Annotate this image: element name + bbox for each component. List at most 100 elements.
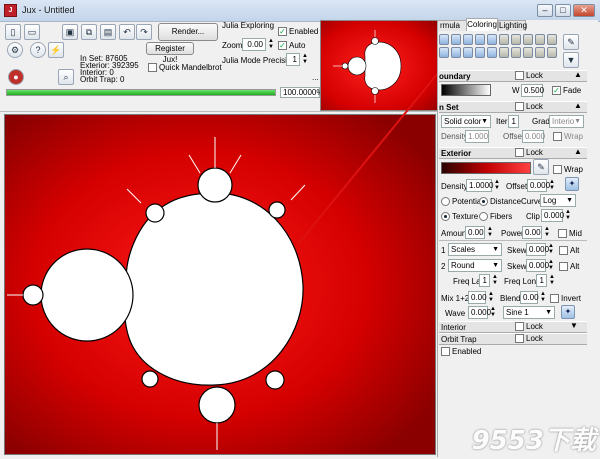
- row2-skew-input[interactable]: 0.000: [526, 259, 549, 272]
- palette-preset-swatch[interactable]: [451, 47, 461, 58]
- register-button[interactable]: Register Jux!: [146, 42, 194, 64]
- exterior-density-spinner[interactable]: ▲ ▼: [494, 179, 500, 191]
- tab-formula[interactable]: rmula: [437, 20, 467, 31]
- wave-randomize-icon[interactable]: ✦: [561, 305, 575, 319]
- distance-radio[interactable]: [479, 197, 488, 206]
- mid-checkbox[interactable]: [558, 229, 567, 238]
- new-icon[interactable]: ▯: [5, 24, 21, 40]
- exterior-offset-input[interactable]: 0.000: [527, 179, 550, 192]
- potential-radio[interactable]: [441, 197, 450, 206]
- exterior-randomize-icon[interactable]: ✦: [565, 177, 579, 191]
- texture-radio[interactable]: [441, 212, 450, 221]
- wand-icon[interactable]: ⚡: [48, 42, 64, 58]
- wave-spinner[interactable]: ▲ ▼: [490, 306, 496, 318]
- julia-auto-checkbox[interactable]: ✓: [278, 41, 287, 50]
- exterior-collapse-icon[interactable]: ▲: [574, 147, 582, 156]
- boundary-gradient[interactable]: [441, 84, 491, 96]
- mix-input[interactable]: 0.00: [468, 291, 487, 304]
- boundary-lock-checkbox[interactable]: [515, 71, 524, 80]
- exterior-lock-checkbox[interactable]: [515, 148, 524, 157]
- palette-presets[interactable]: [439, 34, 559, 62]
- freqlat-spinner[interactable]: ▲ ▼: [492, 274, 498, 286]
- row2-skew-spinner[interactable]: ▲ ▼: [548, 259, 554, 271]
- amount-input[interactable]: 0.00: [465, 226, 485, 239]
- copy-icon[interactable]: ⧉: [81, 24, 97, 40]
- inset-grad-select[interactable]: Interio ▼: [549, 115, 584, 128]
- curve-select[interactable]: Log ▼: [540, 194, 576, 207]
- inset-lock-checkbox[interactable]: [515, 102, 524, 111]
- palette-preset-swatch[interactable]: [535, 34, 545, 45]
- close-icon[interactable]: ✕: [573, 4, 595, 17]
- palette-preset-swatch[interactable]: [451, 34, 461, 45]
- palette-preset-swatch[interactable]: [523, 34, 533, 45]
- julia-precision-spinner[interactable]: ▲ ▼: [302, 53, 308, 65]
- inset-iter-input[interactable]: 1: [508, 115, 519, 128]
- boundary-fade-checkbox[interactable]: ✓: [552, 86, 561, 95]
- wave-mode-select[interactable]: Sine 1 ▼: [503, 306, 555, 319]
- undo-icon[interactable]: ↶: [119, 24, 135, 40]
- palette-preset-swatch[interactable]: [463, 34, 473, 45]
- quick-mandelbrot-checkbox[interactable]: [148, 63, 157, 72]
- stop-icon[interactable]: ●: [8, 69, 24, 85]
- julia-zoom-input[interactable]: 0.00: [242, 38, 266, 51]
- exterior-density-input[interactable]: 1.0000: [466, 179, 493, 192]
- inset-mode-select[interactable]: Solid color ▼: [441, 115, 491, 128]
- julia-precision-input[interactable]: 1: [286, 53, 300, 66]
- fractal-canvas[interactable]: [4, 114, 436, 455]
- julia-preview[interactable]: [320, 20, 440, 111]
- interior-expand-icon[interactable]: ▼: [570, 321, 578, 330]
- inset-offset-input[interactable]: 0.000: [522, 130, 545, 143]
- palette-preset-swatch[interactable]: [475, 34, 485, 45]
- open-icon[interactable]: ▭: [24, 24, 40, 40]
- palette-preset-swatch[interactable]: [475, 47, 485, 58]
- freqlong-spinner[interactable]: ▲ ▼: [549, 274, 555, 286]
- wave-input[interactable]: 0.000: [468, 306, 491, 319]
- mix-spinner[interactable]: ▲ ▼: [488, 291, 494, 303]
- tab-coloring[interactable]: Coloring: [466, 18, 498, 31]
- blend-spinner[interactable]: ▲ ▼: [540, 291, 546, 303]
- freqlat-input[interactable]: 1: [479, 274, 490, 287]
- orbit-trap-lock-checkbox[interactable]: [515, 334, 524, 343]
- palette-preset-swatch[interactable]: [439, 34, 449, 45]
- render-button[interactable]: Render...: [158, 23, 218, 41]
- row2-mode-select[interactable]: Round ▼: [448, 259, 502, 272]
- palette-save-icon[interactable]: ▼: [563, 52, 579, 68]
- power-input[interactable]: 0.00: [522, 226, 542, 239]
- row1-mode-select[interactable]: Scales ▼: [448, 243, 502, 256]
- palette-edit-icon[interactable]: ✎: [563, 34, 579, 50]
- palette-preset-swatch[interactable]: [499, 34, 509, 45]
- fibers-radio[interactable]: [479, 212, 488, 221]
- julia-enabled-checkbox[interactable]: ✓: [278, 27, 287, 36]
- help-icon[interactable]: ?: [30, 42, 46, 58]
- row1-skew-input[interactable]: 0.000: [526, 243, 549, 256]
- palette-preset-swatch[interactable]: [547, 34, 557, 45]
- palette-preset-swatch[interactable]: [511, 34, 521, 45]
- inset-density-input[interactable]: 1.000: [465, 130, 489, 143]
- exterior-gradient[interactable]: [441, 162, 531, 174]
- power-spinner[interactable]: ▲ ▼: [544, 226, 550, 238]
- paste-icon[interactable]: ▤: [100, 24, 116, 40]
- inset-wrap-checkbox[interactable]: [553, 132, 562, 141]
- palette-preset-swatch[interactable]: [547, 47, 557, 58]
- freqlong-input[interactable]: 1: [536, 274, 547, 287]
- invert-checkbox[interactable]: [550, 294, 559, 303]
- zoom-icon[interactable]: ⌕: [58, 69, 74, 85]
- blend-input[interactable]: 0.00: [520, 291, 539, 304]
- minimize-icon[interactable]: –: [537, 4, 553, 17]
- maximize-icon[interactable]: □: [555, 4, 571, 17]
- exterior-offset-spinner[interactable]: ▲ ▼: [549, 179, 555, 191]
- boundary-w-input[interactable]: 0.500: [521, 84, 544, 97]
- amount-spinner[interactable]: ▲ ▼: [487, 226, 493, 238]
- exterior-wrap-checkbox[interactable]: [553, 165, 562, 174]
- interior-lock-checkbox[interactable]: [515, 322, 524, 331]
- redo-icon[interactable]: ↷: [136, 24, 152, 40]
- settings-icon[interactable]: ⚙: [7, 42, 23, 58]
- exterior-palette-icon[interactable]: ✎: [533, 159, 549, 175]
- julia-zoom-spinner[interactable]: ▲ ▼: [268, 38, 274, 50]
- palette-preset-swatch[interactable]: [511, 47, 521, 58]
- palette-preset-swatch[interactable]: [535, 47, 545, 58]
- tab-lighting[interactable]: Lighting: [498, 20, 527, 31]
- palette-preset-swatch[interactable]: [463, 47, 473, 58]
- palette-preset-swatch[interactable]: [487, 34, 497, 45]
- palette-preset-swatch[interactable]: [487, 47, 497, 58]
